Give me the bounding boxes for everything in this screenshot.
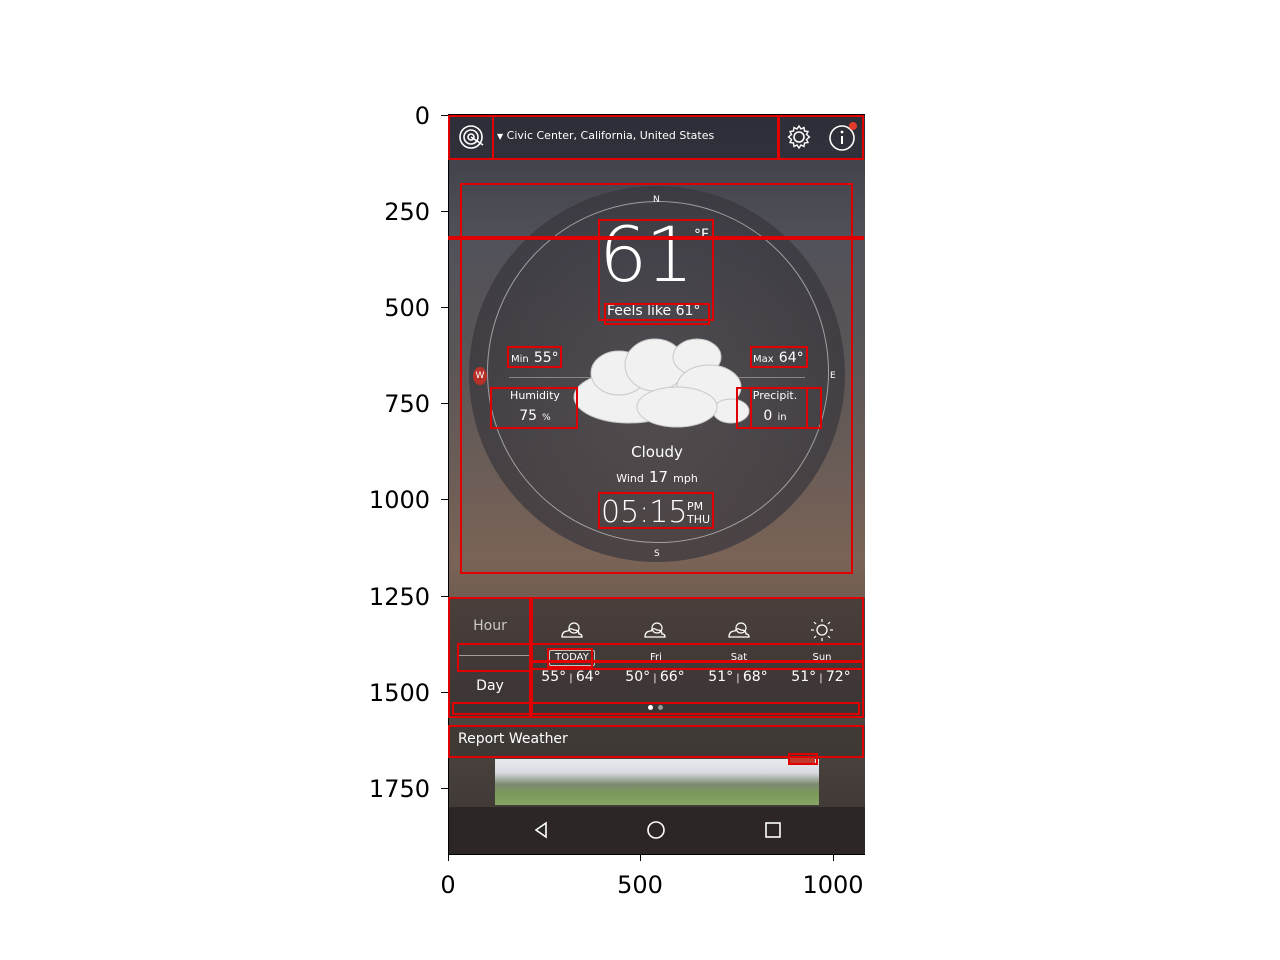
day-name: Fri <box>650 652 662 663</box>
cloud-icon <box>573 338 750 428</box>
humidity-label: Humidity <box>510 389 560 402</box>
y-tick-label: 1000 <box>368 486 430 514</box>
clock-suffix: PM THU <box>687 500 710 526</box>
day-name: Sun <box>812 652 832 663</box>
forecast-divider <box>531 598 532 718</box>
y-tick-label: 1500 <box>368 679 430 707</box>
app-screen: ▼ Civic Center, California, United State… <box>448 115 865 855</box>
partly-cloudy-icon <box>644 622 666 638</box>
feels-like: Feels like 61° <box>607 303 701 319</box>
chevron-down-icon: ▼ <box>497 132 504 141</box>
humidity-unit: % <box>542 413 551 423</box>
day-name: TODAY <box>549 650 595 666</box>
y-tick-label: 1250 <box>368 583 430 611</box>
x-tick-label: 1000 <box>802 871 864 899</box>
info-icon[interactable] <box>827 122 859 152</box>
gear-icon[interactable] <box>785 123 813 151</box>
partly-cloudy-icon <box>561 622 583 638</box>
y-tick-label: 500 <box>384 294 430 322</box>
wind-unit: mph <box>673 472 698 485</box>
day-low: 51° <box>708 669 734 685</box>
y-tick-label: 750 <box>384 390 430 418</box>
location-dropdown[interactable]: ▼ Civic Center, California, United State… <box>497 129 714 142</box>
clock-weekday: THU <box>687 513 711 526</box>
precip-label: Precipit. <box>752 389 798 402</box>
y-tick-label: 0 <box>414 102 430 130</box>
day-temps: 51° | 72° <box>791 669 851 685</box>
day-temps: 51° | 68° <box>708 669 768 685</box>
temperature-unit: °F <box>694 227 710 243</box>
day-high: 68° <box>742 669 768 685</box>
tab-hour[interactable]: Hour <box>449 618 531 634</box>
wind-label: Wind <box>616 472 644 485</box>
page-dot-active[interactable] <box>648 705 653 710</box>
tab-divider <box>457 655 531 656</box>
compass-east: E <box>830 371 836 381</box>
wind-value: 17 <box>648 468 669 486</box>
max-value: 64° <box>778 350 804 366</box>
y-tick-label: 1750 <box>368 775 430 803</box>
precipitation: 0 in <box>745 405 805 424</box>
humidity: 75 % <box>495 405 575 424</box>
min-value: 55° <box>533 350 559 366</box>
day-high: 64° <box>575 669 601 685</box>
x-tick-label: 500 <box>617 871 663 899</box>
day-low: 51° <box>791 669 817 685</box>
day-temps: 50° | 66° <box>625 669 685 685</box>
compass-north: N <box>653 195 660 205</box>
tab-day[interactable]: Day <box>449 678 531 694</box>
temperature-value: 61 <box>599 210 694 299</box>
min-label: Min <box>511 354 529 365</box>
humidity-value: 75 <box>519 408 538 424</box>
page-dot[interactable] <box>658 705 663 710</box>
home-icon[interactable] <box>646 820 666 840</box>
compass-south: S <box>654 549 660 559</box>
precip-unit: in <box>777 412 787 423</box>
day-high: 72° <box>825 669 851 685</box>
clock-time: 05:15 <box>601 495 688 530</box>
day-low: 50° <box>625 669 651 685</box>
radar-logo-icon[interactable] <box>457 123 485 151</box>
report-weather-label[interactable]: Report Weather <box>458 731 568 747</box>
sun-icon <box>811 619 833 641</box>
max-temp: Max 64° <box>753 347 804 366</box>
day-name: Sat <box>730 652 748 663</box>
location-label: Civic Center, California, United States <box>506 129 715 142</box>
recents-icon[interactable] <box>764 821 782 839</box>
back-icon[interactable] <box>531 820 551 840</box>
precip-value: 0 <box>763 408 773 424</box>
day-high: 66° <box>659 669 685 685</box>
compass-west: W <box>473 367 487 385</box>
y-tick-label: 250 <box>384 198 430 226</box>
photo-badge <box>789 756 815 764</box>
day-temps: 55° | 64° <box>541 669 601 685</box>
partly-cloudy-icon <box>728 622 750 638</box>
condition: Cloudy <box>631 443 683 461</box>
wind: Wind 17 mph <box>589 467 725 486</box>
min-temp: Min 55° <box>511 347 559 366</box>
max-label: Max <box>753 354 774 365</box>
day-low: 55° <box>541 669 567 685</box>
x-tick-label: 0 <box>440 871 456 899</box>
weather-photo[interactable] <box>495 759 819 805</box>
clock-ampm: PM <box>687 500 704 513</box>
